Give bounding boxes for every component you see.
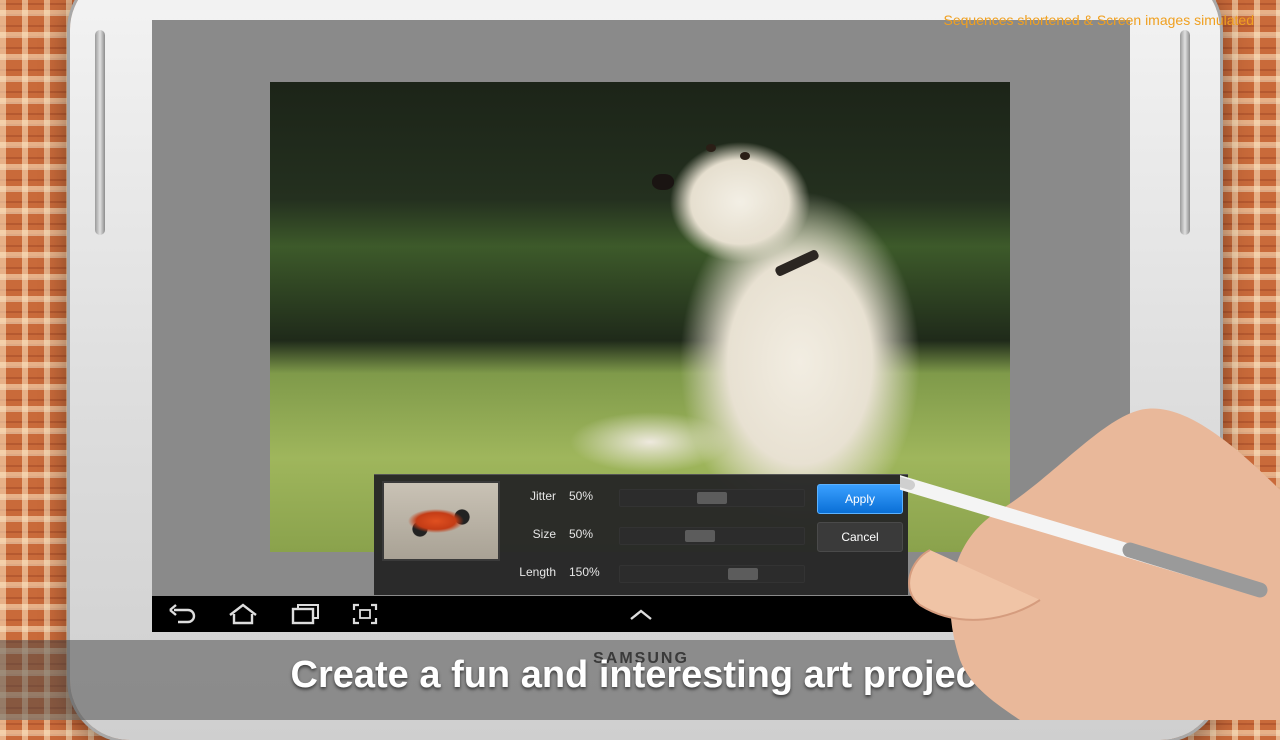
home-icon[interactable] (226, 601, 260, 627)
disclaimer-text: Sequences shortened & Screen images simu… (943, 12, 1254, 28)
slider-handle[interactable] (685, 530, 715, 542)
jitter-slider[interactable] (619, 489, 805, 507)
apply-button[interactable]: Apply (817, 484, 903, 514)
effect-thumbnail[interactable] (382, 481, 500, 561)
filter-panel: Jitter 50% Size 50% Length 150% Apply Ca… (374, 474, 908, 595)
screenshot-icon[interactable] (348, 601, 382, 627)
length-slider[interactable] (619, 565, 805, 583)
tablet-side-button (1180, 30, 1190, 235)
chevron-up-icon[interactable] (624, 601, 658, 627)
dog-eye (706, 144, 716, 152)
slider-value: 50% (569, 527, 594, 541)
slider-label: Size (532, 527, 556, 541)
slider-value: 50% (569, 489, 594, 503)
slider-handle[interactable] (728, 568, 758, 580)
recent-apps-icon[interactable] (288, 601, 322, 627)
hand-with-stylus (900, 408, 1280, 720)
slider-label: Jitter (529, 489, 556, 503)
back-icon[interactable] (166, 601, 200, 627)
dog-nose (652, 174, 674, 190)
slider-handle[interactable] (697, 492, 727, 504)
size-slider[interactable] (619, 527, 805, 545)
dog-eye (740, 152, 750, 160)
slider-label: Length (519, 565, 556, 579)
slider-value: 150% (569, 565, 600, 579)
cancel-button[interactable]: Cancel (817, 522, 903, 552)
slider-row-size: Size 50% (504, 523, 805, 547)
slider-row-jitter: Jitter 50% (504, 485, 805, 509)
dog-collar (774, 248, 820, 278)
slider-row-length: Length 150% (504, 561, 805, 585)
tablet-side-button (95, 30, 105, 235)
